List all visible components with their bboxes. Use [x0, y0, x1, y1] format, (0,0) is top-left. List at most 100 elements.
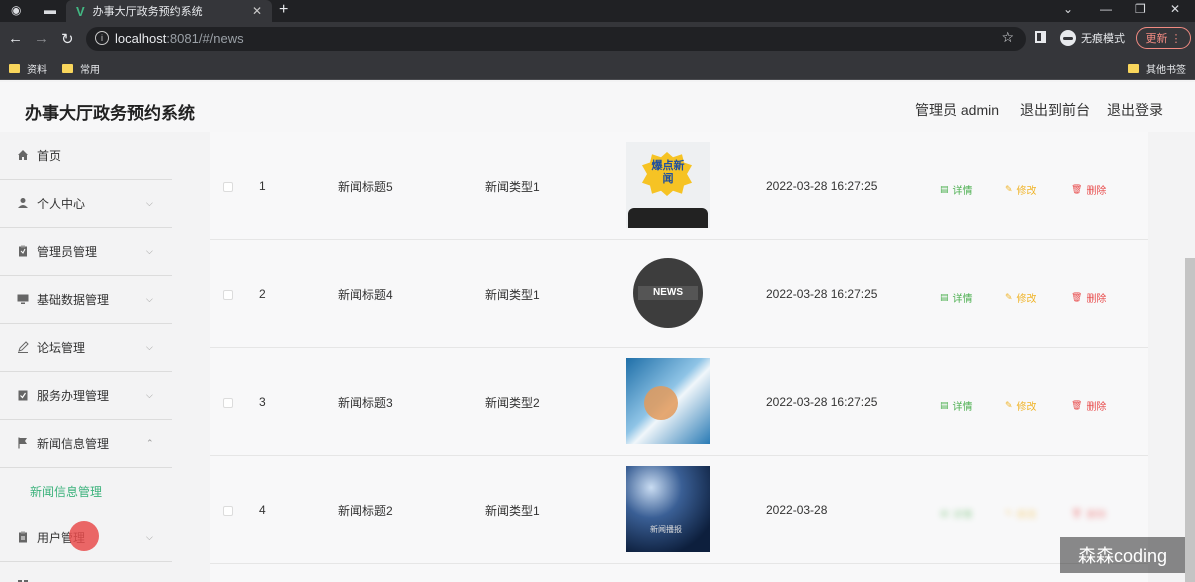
chevron-down-icon: ⌵	[146, 198, 153, 208]
delete-button[interactable]: 🗑 删除	[1071, 182, 1106, 197]
tab-search-icon[interactable]: ⌄	[1063, 2, 1073, 16]
sidebar-item-news[interactable]: 新闻信息管理 ⌃	[0, 420, 172, 468]
restore-icon[interactable]: ❐	[1135, 2, 1146, 16]
sidebar-subitem-label: 新闻信息管理	[30, 484, 103, 499]
address-bar[interactable]: i localhost:8081/#/news ☆	[86, 27, 1026, 51]
home-icon	[18, 150, 28, 160]
chevron-down-icon: ⌵	[146, 390, 153, 400]
app-title: 办事大厅政务预约系统	[25, 104, 195, 123]
row-checkbox[interactable]	[223, 290, 233, 300]
back-icon[interactable]: ←	[8, 30, 23, 47]
sidebar-item-label: 论坛管理	[37, 341, 86, 355]
vue-logo-icon: V	[76, 3, 85, 19]
sidebar-subitem-news-manage[interactable]: 新闻信息管理	[0, 468, 172, 514]
browser-tab-title: 办事大厅政务预约系统	[92, 6, 203, 18]
incognito-indicator[interactable]: 无痕模式	[1060, 30, 1125, 46]
chevron-down-icon: ⌵	[146, 532, 153, 542]
news-type-cell: 新闻类型1	[485, 503, 540, 518]
news-type-cell: 新闻类型1	[485, 179, 540, 194]
incognito-label: 无痕模式	[1081, 33, 1125, 45]
delete-button[interactable]: 🗑 删除	[1071, 290, 1106, 305]
detail-button[interactable]: ▤ 详情	[940, 290, 973, 305]
front-end-link[interactable]: 退出到前台	[1020, 100, 1090, 120]
admin-user-label: 管理员 admin	[915, 102, 1000, 118]
chevron-up-icon: ⌃	[146, 438, 154, 448]
sidebar-item-personal-center[interactable]: 个人中心 ⌵	[0, 180, 172, 228]
page-scrollbar[interactable]	[1185, 258, 1195, 582]
sidebar-item-service[interactable]: 服务办理管理 ⌵	[0, 372, 172, 420]
browser-tab-bar: ◉ ▬ V 办事大厅政务预约系统 ✕ + ⌄ — ❐ ✕	[0, 0, 1195, 22]
browser-profile-icon[interactable]: ◉	[11, 3, 21, 17]
monitor-icon	[17, 294, 29, 304]
sidebar-item-admin[interactable]: 管理员管理 ⌵	[0, 228, 172, 276]
table-row[interactable]: 4 新闻标题2 新闻类型1 新闻播报 2022-03-28 ▤ 详情 ✎ 修改 🗑 删…	[210, 456, 1148, 564]
trash-icon: 🗑	[1071, 400, 1083, 410]
clipboard-icon	[19, 245, 27, 257]
news-date-cell: 2022-03-28	[766, 503, 828, 517]
new-tab-icon[interactable]: +	[279, 1, 288, 19]
browser-tab[interactable]: V 办事大厅政务预约系统 ✕	[66, 0, 272, 22]
news-thumbnail: 新闻播报	[626, 466, 710, 552]
app-header: 办事大厅政务预约系统 管理员 admin 退出到前台 退出登录	[0, 82, 1195, 132]
close-window-icon[interactable]: ✕	[1170, 2, 1180, 16]
edit-button[interactable]: ✎ 修改	[1005, 506, 1037, 521]
detail-button[interactable]: ▤ 详情	[940, 398, 973, 413]
row-checkbox[interactable]	[223, 398, 233, 408]
minimize-icon[interactable]: —	[1100, 2, 1112, 16]
sidebar-item-forum[interactable]: 论坛管理 ⌵	[0, 324, 172, 372]
cursor-highlight	[69, 521, 99, 551]
sidebar-item-base-data[interactable]: 基础数据管理 ⌵	[0, 276, 172, 324]
incognito-icon	[1060, 30, 1076, 46]
site-info-icon[interactable]: i	[95, 31, 109, 45]
folder-icon	[9, 64, 20, 73]
bookmark-folder[interactable]: 资料	[9, 61, 47, 76]
news-date-cell: 2022-03-28 16:27:25	[766, 395, 878, 409]
bookmark-folder[interactable]: 常用	[62, 61, 100, 76]
side-panel-icon[interactable]	[1035, 31, 1046, 43]
row-checkbox[interactable]	[223, 506, 233, 516]
delete-button[interactable]: 🗑 删除	[1071, 506, 1106, 521]
sidebar-item-label: 新闻信息管理	[37, 437, 110, 451]
folder-icon	[62, 64, 73, 73]
reload-icon[interactable]: ↻	[61, 30, 74, 48]
forward-icon[interactable]: →	[34, 30, 49, 47]
edit-button[interactable]: ✎ 修改	[1005, 398, 1037, 413]
edit-button[interactable]: ✎ 修改	[1005, 182, 1037, 197]
news-date-cell: 2022-03-28 16:27:25	[766, 179, 878, 193]
news-title-cell: 新闻标题4	[338, 287, 393, 302]
sidebar-item-home[interactable]: 首页	[0, 132, 172, 180]
news-date-cell: 2022-03-28 16:27:25	[766, 287, 878, 301]
news-title-cell: 新闻标题5	[338, 179, 393, 194]
tab-strip-icon[interactable]: ▬	[44, 3, 56, 17]
news-thumbnail	[626, 358, 710, 444]
update-button[interactable]: 更新 ⋮	[1136, 27, 1191, 49]
bookmark-star-icon[interactable]: ☆	[1001, 29, 1014, 46]
trash-icon: 🗑	[1071, 508, 1083, 518]
delete-button[interactable]: 🗑 删除	[1071, 398, 1106, 413]
chevron-down-icon: ⌵	[146, 294, 153, 304]
sidebar-item-partial[interactable]	[0, 562, 172, 582]
row-index: 2	[259, 287, 266, 301]
logout-link[interactable]: 退出登录	[1107, 100, 1163, 120]
close-tab-icon[interactable]: ✕	[252, 4, 262, 18]
news-title-cell: 新闻标题3	[338, 395, 393, 410]
table-row[interactable]: 3 新闻标题3 新闻类型2 2022-03-28 16:27:25 ▤ 详情 ✎ 修…	[210, 348, 1148, 456]
document-icon: ▤	[940, 400, 949, 410]
row-index: 3	[259, 395, 266, 409]
row-checkbox[interactable]	[223, 182, 233, 192]
table-row[interactable]: 1 新闻标题5 新闻类型1 爆点新闻 2022-03-28 16:27:25 ▤…	[210, 132, 1148, 240]
detail-button[interactable]: ▤ 详情	[940, 506, 973, 521]
url-text[interactable]: localhost:8081/#/news	[115, 31, 244, 46]
thumbnail-text: 爆点新闻	[651, 160, 685, 185]
other-bookmarks[interactable]: 其他书签	[1128, 61, 1186, 76]
table-row[interactable]: 2 新闻标题4 新闻类型1 NEWS 2022-03-28 16:27:25 ▤…	[210, 240, 1148, 348]
sidebar-item-label: 首页	[37, 149, 62, 163]
edit-button[interactable]: ✎ 修改	[1005, 290, 1037, 305]
news-table: 1 新闻标题5 新闻类型1 爆点新闻 2022-03-28 16:27:25 ▤…	[210, 132, 1148, 582]
sidebar-item-label: 基础数据管理	[37, 293, 110, 307]
checklist-icon	[18, 390, 28, 401]
detail-button[interactable]: ▤ 详情	[940, 182, 973, 197]
trash-icon: 🗑	[1071, 184, 1083, 194]
pencil-icon: ✎	[1005, 508, 1013, 518]
sidebar: 首页 个人中心 ⌵ 管理员管理 ⌵ 基础数据管理 ⌵ 论坛管理 ⌵ 服务办理管理…	[0, 132, 172, 582]
